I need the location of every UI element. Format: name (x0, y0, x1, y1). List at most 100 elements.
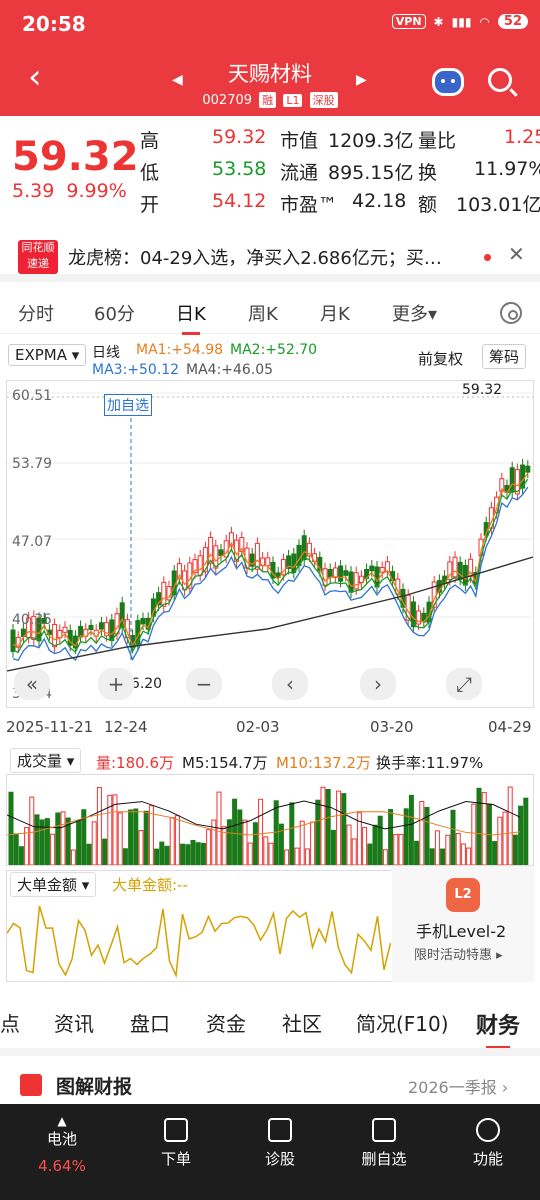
search-icon[interactable] (488, 68, 512, 92)
volume-bar (60, 811, 66, 866)
volume-bar (471, 803, 477, 866)
low-value: 53.58 (212, 158, 267, 180)
volume-bar (393, 833, 399, 866)
function-button[interactable]: 功能 (448, 1118, 528, 1169)
tab-news[interactable]: 资讯 (54, 1008, 94, 1037)
date-4: 03-20 (370, 718, 414, 736)
level2-promo[interactable]: L2 手机Level-2 限时活动特惠 ▸ (392, 866, 534, 982)
news-text[interactable]: 龙虎榜：04-29入选，净买入2.686亿元；买… (68, 244, 442, 270)
zoom-out-button[interactable]: − (186, 668, 222, 700)
volume-bar (169, 817, 175, 866)
remove-watch-button[interactable]: 删自选 (344, 1118, 424, 1169)
volume-bar (466, 847, 472, 866)
volume-bar (273, 800, 279, 866)
bigorder-select[interactable]: 大单金额 ▾ (10, 872, 97, 897)
volume-bar (133, 808, 139, 866)
volume-bar (70, 849, 76, 866)
volume-bar (18, 846, 24, 866)
volume-bar (523, 797, 529, 866)
tab-weekly[interactable]: 周K (248, 300, 278, 326)
mcap-label: 市值 (280, 130, 319, 152)
ma4-label: MA4:+46.05 (186, 362, 274, 378)
candle-body (338, 565, 344, 582)
volume-bar (455, 833, 461, 866)
candle-body (452, 556, 458, 578)
prev-button[interactable]: ‹ (272, 668, 308, 700)
chip-button[interactable]: 筹码 (482, 344, 527, 369)
amount-label: 额 (418, 194, 438, 216)
zoom-in-button[interactable]: + (98, 668, 134, 700)
volume-bar (445, 834, 451, 866)
assistant-robot-icon[interactable] (432, 68, 464, 96)
tab-daily[interactable]: 日K (176, 300, 206, 335)
order-button[interactable]: 下单 (136, 1118, 216, 1169)
volume-bar (351, 838, 357, 866)
next-button[interactable]: › (360, 668, 396, 700)
candle-body (62, 626, 68, 633)
volume-bar (117, 812, 123, 866)
tab-60min[interactable]: 60分 (94, 300, 135, 326)
volume-bar (346, 824, 352, 866)
vpn-icon: VPN (391, 14, 426, 29)
candle-body (254, 542, 260, 570)
fullscreen-button[interactable]: ⤢ (446, 668, 482, 700)
tab-community[interactable]: 社区 (282, 1008, 322, 1037)
volume-bar (299, 820, 305, 866)
axis-mid3: 40.35 (12, 612, 53, 628)
candle-body (140, 617, 146, 625)
battery-sector-label: 电池 (46, 1130, 77, 1148)
tag-l1: L1 (283, 94, 303, 107)
indicator-select[interactable]: EXPMA ▾ (8, 344, 87, 366)
volume-bar (476, 787, 482, 866)
volume-bar (102, 838, 108, 866)
financial-report-row[interactable]: 图解财报 2026一季报 › (0, 1048, 540, 1104)
volume-bar (232, 798, 238, 866)
candle-body (218, 549, 224, 557)
kline-chart[interactable] (6, 380, 534, 708)
tab-monthly[interactable]: 月K (320, 300, 350, 326)
tab-intraday[interactable]: 分时 (18, 300, 54, 326)
add-watch-label[interactable]: 加自选 (104, 394, 152, 416)
scroll-left-button[interactable]: « (14, 668, 50, 700)
volume-bar (180, 843, 186, 866)
volume-bar (419, 800, 425, 866)
last-price: 59.32 (12, 134, 139, 180)
settings-icon[interactable] (500, 302, 522, 324)
volume-bar (8, 791, 14, 866)
kline-svg (6, 392, 534, 672)
candle-body (343, 570, 349, 576)
date-2: 12-24 (104, 718, 148, 736)
tab-more[interactable]: 更多▾ (392, 300, 437, 326)
status-time: 20:58 (22, 12, 86, 36)
price-change: 5.39 9.99% (12, 180, 127, 202)
promo-sub: 限时活动特惠 ▸ (414, 948, 503, 963)
candle-body (379, 567, 385, 573)
period-tabs: 分时 60分 日K 周K 月K 更多▾ (0, 290, 540, 335)
volume-bar (148, 805, 154, 866)
stock-code: 002709 (202, 93, 253, 108)
adjust-toggle[interactable]: 前复权 (418, 348, 463, 369)
tab-orderbook[interactable]: 盘口 (130, 1008, 170, 1037)
report-title: 图解财报 (56, 1076, 133, 1098)
close-icon[interactable]: ✕ (508, 242, 525, 266)
volume-bar (320, 786, 326, 866)
tag-margin: 融 (259, 92, 277, 108)
tab-f10[interactable]: 简况(F10) (356, 1008, 449, 1037)
news-ticker[interactable]: 同花顺 速递 龙虎榜：04-29入选，净买入2.686亿元；买… ✕ (0, 232, 540, 282)
candle-body (369, 565, 375, 572)
report-period[interactable]: 2026一季报 › (408, 1074, 508, 1098)
volume-bar (154, 848, 160, 866)
volume-bar (268, 842, 274, 866)
volume-bar (44, 818, 50, 866)
tab-finance[interactable]: 财务 (476, 1008, 520, 1049)
candle-body (462, 565, 468, 586)
volume-select[interactable]: 成交量 ▾ (10, 748, 82, 773)
battery-sector-pct: 4.64% (38, 1157, 86, 1175)
diagnose-button[interactable]: 诊股 (240, 1118, 320, 1169)
candle-body (327, 568, 333, 578)
volume-bar (242, 819, 248, 866)
candle-body (525, 465, 531, 473)
tab-fund[interactable]: 资金 (206, 1008, 246, 1037)
volume-bar (502, 811, 508, 866)
tab-point[interactable]: 点 (0, 1008, 20, 1037)
